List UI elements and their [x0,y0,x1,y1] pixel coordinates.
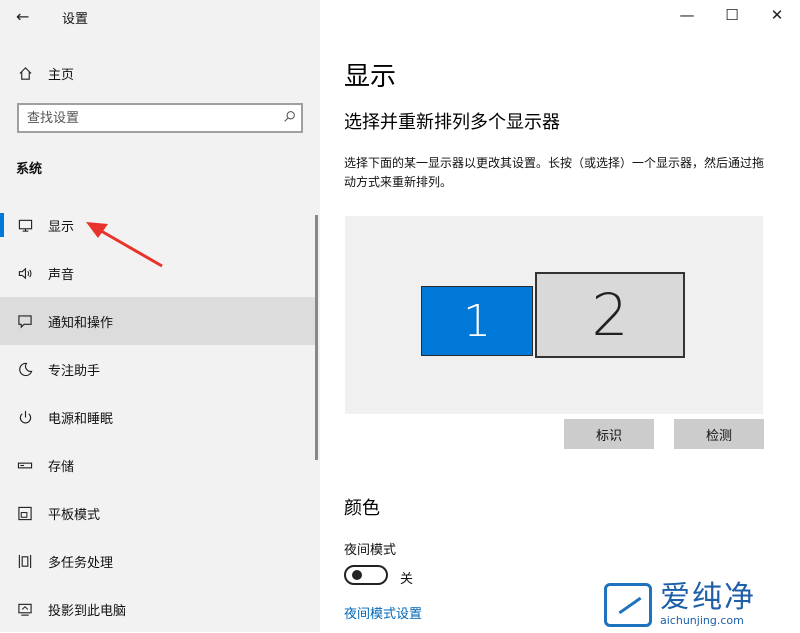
sidebar-item-label: 平板模式 [48,507,101,523]
watermark-text: 爱纯净 [660,580,756,615]
monitor-arrangement-area[interactable]: 1 2 [345,216,763,414]
speaker-icon [16,264,34,282]
annotation-arrow [86,222,163,268]
settings-search-box[interactable] [17,103,303,133]
close-icon[interactable]: ✕ [767,6,787,24]
notification-icon [16,312,34,330]
detect-button[interactable]: 检测 [674,419,764,449]
window-title: 设置 [62,12,89,27]
monitor-icon [16,216,34,234]
night-mode-settings-link[interactable]: 夜间模式设置 [344,603,422,622]
watermark-url: aichunjing.com [660,614,744,627]
identify-button[interactable]: 标识 [564,419,654,449]
home-icon [16,64,34,82]
search-icon[interactable] [277,110,301,127]
moon-icon [16,360,34,378]
project-icon [16,600,34,618]
rearrange-displays-heading: 选择并重新排列多个显示器 [344,112,560,133]
sidebar-scrollbar[interactable] [315,215,318,460]
maximize-icon[interactable]: ☐ [722,6,742,24]
sidebar-item-label: 主页 [48,67,75,83]
rearrange-description: 选择下面的某一显示器以更改其设置。长按（或选择）一个显示器，然后通过拖动方式来重… [344,156,765,189]
sidebar-item-label: 存储 [48,459,75,475]
monitor-2[interactable]: 2 [535,272,685,358]
night-mode-toggle[interactable] [344,565,388,585]
color-heading: 颜色 [344,498,380,519]
power-icon [16,408,34,426]
sidebar-item-label: 专注助手 [48,363,101,379]
sidebar-item-label: 声音 [48,267,75,283]
night-mode-label: 夜间模式 [344,543,397,558]
multitask-icon [16,552,34,570]
sidebar-item-storage[interactable]: 存储 [0,441,316,489]
toggle-knob [352,570,362,580]
tablet-icon [16,504,34,522]
back-arrow-icon[interactable]: ← [16,7,29,26]
watermark-logo: 爱纯净 aichunjing.com [604,578,800,632]
section-label-system: 系统 [16,162,43,177]
sidebar-item-home[interactable]: 主页 [0,49,316,97]
monitor-1[interactable]: 1 [421,286,533,356]
sidebar-item-label: 通知和操作 [48,315,114,331]
night-mode-state: 关 [400,572,414,587]
storage-icon [16,456,34,474]
sidebar-item-notifications[interactable]: 通知和操作 [0,297,316,345]
sidebar-item-label: 投影到此电脑 [48,603,127,619]
sidebar-item-project-to-pc[interactable]: 投影到此电脑 [0,585,316,633]
settings-sidebar: ← 设置 主页 系统 显示 声音 通知和操作 专注助手 [0,0,320,632]
sidebar-item-label: 多任务处理 [48,555,114,571]
minimize-icon[interactable]: — [677,6,697,24]
sidebar-item-power-sleep[interactable]: 电源和睡眠 [0,393,316,441]
sidebar-item-label: 电源和睡眠 [48,411,114,427]
sidebar-item-focus-assist[interactable]: 专注助手 [0,345,316,393]
search-input[interactable] [19,109,277,127]
page-title: 显示 [344,62,397,92]
sidebar-item-label: 显示 [48,219,75,235]
sidebar-item-tablet-mode[interactable]: 平板模式 [0,489,316,537]
display-settings-panel: — ☐ ✕ 显示 选择并重新排列多个显示器 选择下面的某一显示器以更改其设置。长… [320,0,800,632]
sidebar-item-multitasking[interactable]: 多任务处理 [0,537,316,585]
logo-mark-icon [604,583,652,627]
